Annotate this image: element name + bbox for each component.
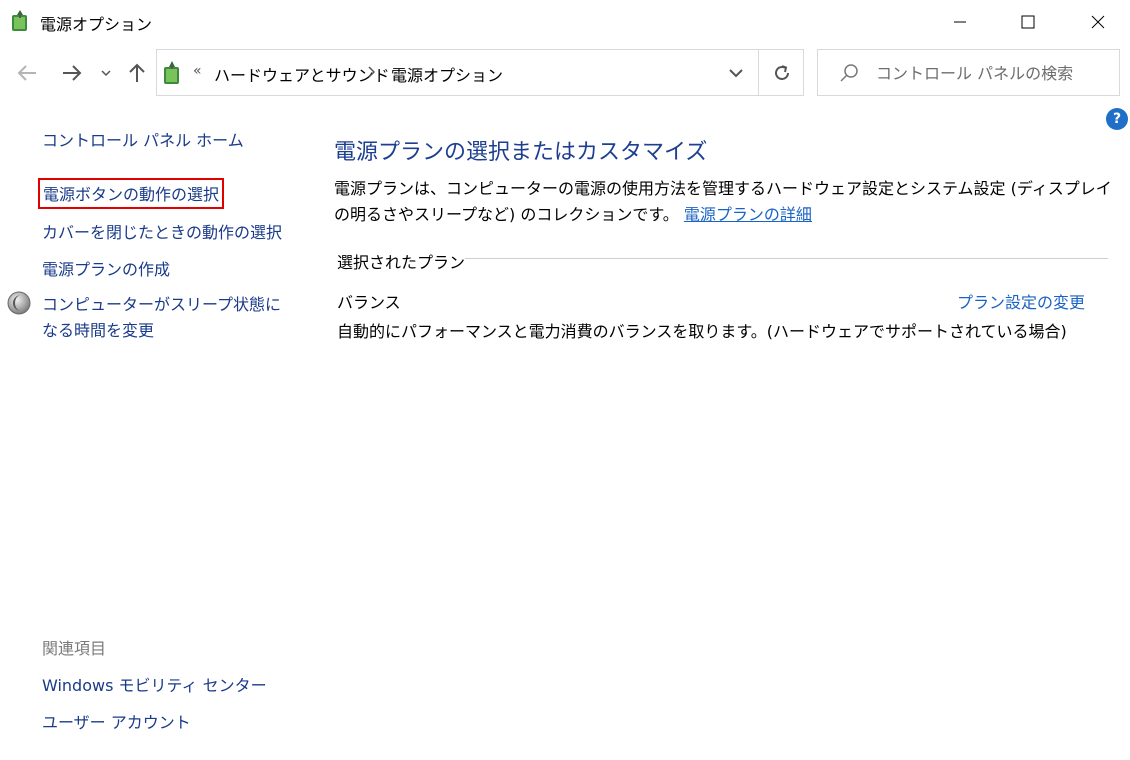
sidebar-item-control-panel-home[interactable]: コントロール パネル ホーム [42,127,244,151]
selected-plan-section-label: 選択されたプラン [337,253,466,272]
breadcrumb-power-options[interactable]: 電源オプション [391,62,503,86]
refresh-button[interactable] [769,60,795,86]
sidebar-item-lid-close-actions[interactable]: カバーを閉じたときの動作の選択 [42,219,282,243]
address-bar[interactable]: « ハードウェアとサウンド 電源オプション [156,49,804,96]
navigation-bar: « ハードウェアとサウンド 電源オプション [0,48,1130,98]
chevron-right-icon[interactable] [367,66,377,78]
search-input[interactable] [876,60,1106,86]
related-header: 関連項目 [42,639,107,658]
sidebar-item-change-sleep-time[interactable]: コンピューターがスリープ状態になる時間を変更 [42,292,292,344]
help-icon[interactable]: ? [1106,108,1128,130]
power-options-icon [12,10,27,31]
window-title: 電源オプション [40,15,153,34]
search-box[interactable] [817,49,1120,96]
arrow-left-icon [17,65,36,81]
search-icon [840,64,858,82]
breadcrumb-hardware-sound[interactable]: ハードウェアとサウンド [214,62,390,86]
minimize-icon [954,21,966,23]
maximize-icon [1021,15,1035,29]
title-bar: 電源オプション [0,0,1130,44]
refresh-icon [775,65,789,80]
address-divider [758,50,759,95]
recent-locations-button[interactable] [97,62,115,84]
close-icon [1091,15,1105,29]
close-button[interactable] [1063,0,1130,44]
chevron-down-icon [101,70,111,77]
arrow-up-icon [129,63,145,82]
maximize-button[interactable] [993,0,1063,44]
page-title: 電源プランの選択またはカスタマイズ [334,140,708,165]
address-dropdown-button[interactable] [724,60,748,86]
breadcrumb-overflow[interactable]: « [193,63,202,79]
plan-description: 自動的にパフォーマンスと電力消費のバランスを取ります。(ハードウェアでサポートさ… [337,322,1067,341]
section-divider [465,258,1108,259]
related-item-user-accounts[interactable]: ユーザー アカウント [42,709,191,733]
power-plan-details-link[interactable]: 電源プランの詳細 [684,205,812,224]
power-options-icon [164,61,179,84]
back-button[interactable] [12,60,42,86]
moon-icon [7,291,31,315]
forward-button[interactable] [57,60,87,86]
change-plan-settings-link[interactable]: プラン設定の変更 [957,289,1085,313]
minimize-button[interactable] [925,0,995,44]
up-button[interactable] [124,60,150,86]
arrow-right-icon [63,65,82,81]
plan-name: バランス [337,293,401,312]
related-item-mobility-center[interactable]: Windows モビリティ センター [42,672,267,696]
chevron-down-icon [729,69,743,78]
sidebar-item-power-button-actions[interactable]: 電源ボタンの動作の選択 [38,178,225,209]
sidebar-item-create-power-plan[interactable]: 電源プランの作成 [42,256,170,280]
page-description: 電源プランは、コンピューターの電源の使用方法を管理するハードウェア設定とシステム… [334,176,1114,228]
